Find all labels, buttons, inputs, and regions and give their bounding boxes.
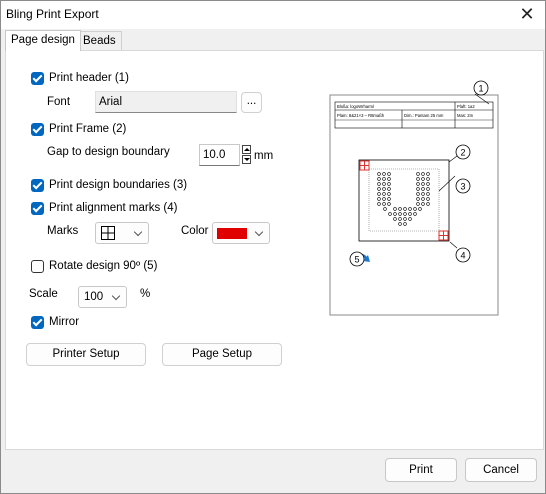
font-field[interactable]: Arial	[95, 91, 237, 113]
callout-1: 1	[473, 80, 489, 96]
color-swatch	[217, 228, 247, 239]
callout-5: 5	[349, 251, 365, 267]
preview-header-cell: Plaft: 1a2	[457, 104, 475, 109]
preview-header-cell: Bloßa: logoWrharml	[337, 104, 374, 109]
rotate-design-label: Rotate design 90º (5)	[49, 260, 158, 272]
print-frame-checkbox[interactable]	[31, 123, 44, 136]
callout-2: 2	[455, 144, 471, 160]
tab-label: Page design	[11, 34, 75, 46]
callout-number: 4	[460, 251, 465, 261]
print-preview: Bloßa: logoWrharml Plaft: 1a2 Plam: 8&21…	[329, 80, 499, 316]
gap-value: 10.0	[203, 149, 226, 161]
preview-header-cell: Dim.: Pantam 25 mm	[404, 113, 444, 118]
marks-label: Marks	[47, 225, 79, 237]
preview-header-cell: Mas: 2m	[457, 113, 474, 118]
print-frame-label: Print Frame (2)	[49, 123, 127, 135]
print-alignment-marks-checkbox[interactable]	[31, 202, 44, 215]
marks-dropdown[interactable]	[95, 222, 149, 244]
preview-header-cell: Plam: 8&21×3 – R8maßh	[337, 113, 385, 118]
callout-number: 3	[460, 182, 465, 192]
mirror-checkbox[interactable]	[31, 316, 44, 329]
callout-number: 1	[478, 84, 483, 94]
gap-unit: mm	[254, 150, 274, 162]
print-label: Print	[409, 464, 433, 476]
scale-unit: %	[140, 288, 151, 300]
font-browse-button[interactable]: ...	[241, 92, 262, 113]
tab-label: Beads	[83, 35, 116, 47]
chevron-down-icon	[111, 291, 121, 301]
spin-up-icon[interactable]	[242, 145, 251, 154]
tab-page-design[interactable]: Page design	[5, 30, 81, 51]
spin-down-icon[interactable]	[242, 155, 251, 164]
print-header-checkbox[interactable]	[31, 72, 44, 85]
callout-3: 3	[455, 178, 471, 194]
page-setup-label: Page Setup	[191, 348, 253, 360]
color-dropdown[interactable]	[212, 222, 270, 244]
font-value: Arial	[99, 96, 123, 108]
grid-cross-icon	[101, 226, 115, 240]
scale-label: Scale	[29, 288, 58, 300]
tab-beads[interactable]: Beads	[77, 31, 122, 50]
cancel-label: Cancel	[483, 464, 519, 476]
print-alignment-marks-label: Print alignment marks (4)	[49, 202, 178, 214]
scale-value: 100	[84, 291, 104, 303]
chevron-down-icon	[133, 227, 143, 237]
print-design-boundaries-checkbox[interactable]	[31, 179, 44, 192]
callout-number: 5	[354, 255, 359, 265]
rotate-design-checkbox[interactable]	[31, 260, 44, 273]
window-title: Bling Print Export	[6, 7, 99, 21]
dialog-window: Bling Print Export ✕ Page design Beads P…	[0, 0, 546, 494]
printer-setup-button[interactable]: Printer Setup	[26, 343, 146, 366]
callout-number: 2	[460, 148, 465, 158]
callout-4: 4	[455, 247, 471, 263]
page-design-panel: Print header (1) Font Arial ... Print Fr…	[5, 50, 544, 450]
title-bar: Bling Print Export ✕	[1, 1, 545, 29]
font-label: Font	[47, 96, 71, 108]
print-header-label: Print header (1)	[49, 72, 129, 84]
font-browse-label: ...	[246, 95, 257, 107]
scale-dropdown[interactable]: 100	[78, 286, 127, 308]
chevron-down-icon	[254, 227, 264, 237]
cancel-button[interactable]: Cancel	[465, 458, 537, 482]
mirror-label: Mirror	[49, 316, 80, 328]
print-design-boundaries-label: Print design boundaries (3)	[49, 179, 188, 191]
gap-input[interactable]: 10.0	[199, 144, 240, 166]
page-setup-button[interactable]: Page Setup	[162, 343, 282, 366]
print-button[interactable]: Print	[385, 458, 457, 482]
gap-label: Gap to design boundary	[47, 146, 170, 158]
printer-setup-label: Printer Setup	[52, 348, 120, 360]
close-icon[interactable]: ✕	[515, 3, 539, 25]
color-label: Color	[181, 225, 209, 237]
